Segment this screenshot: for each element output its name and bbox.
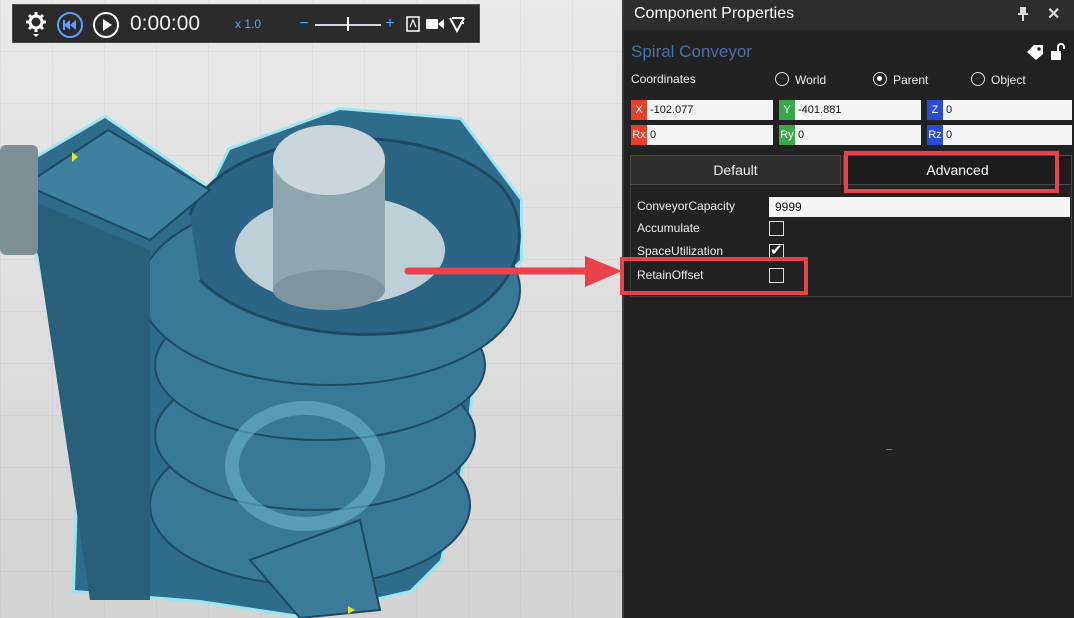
component-properties-panel: Component Properties ✕ Spiral Conveyor C… bbox=[620, 0, 1074, 618]
coord-rz-value[interactable]: 0 bbox=[943, 125, 1072, 145]
rewind-icon bbox=[57, 12, 83, 38]
coord-ry-value[interactable]: 0 bbox=[795, 125, 921, 145]
play-button[interactable] bbox=[92, 11, 120, 39]
play-icon bbox=[93, 12, 119, 38]
stray-mark bbox=[886, 449, 892, 450]
conveyor-capacity-input[interactable]: 9999 bbox=[769, 197, 1070, 217]
speed-slider-thumb[interactable] bbox=[347, 17, 349, 31]
coord-z-value[interactable]: 0 bbox=[943, 100, 1072, 120]
pdf-export-icon[interactable] bbox=[405, 15, 421, 33]
coord-rx-field[interactable]: Rx 0 bbox=[631, 125, 773, 145]
coord-x-tag: X bbox=[631, 100, 647, 120]
pin-icon[interactable] bbox=[1017, 6, 1029, 26]
speed-increase-button[interactable]: + bbox=[385, 15, 395, 33]
rewind-button[interactable] bbox=[56, 11, 84, 39]
panel-header: Component Properties ✕ bbox=[624, 0, 1074, 30]
coord-rz-tag: Rz bbox=[927, 125, 943, 145]
unlock-icon[interactable] bbox=[1050, 43, 1066, 66]
component-name[interactable]: Spiral Conveyor bbox=[631, 42, 752, 62]
playback-toolbar: 0:00:00 x 1.0 − + bbox=[12, 4, 480, 43]
gear-icon[interactable] bbox=[21, 11, 51, 37]
3d-viewport[interactable]: 0:00:00 x 1.0 − + bbox=[0, 0, 622, 618]
annotation-arrow bbox=[404, 256, 622, 287]
coord-x-value[interactable]: -102.077 bbox=[647, 100, 773, 120]
coordinates-label: Coordinates bbox=[631, 72, 696, 86]
coord-rz-field[interactable]: Rz 0 bbox=[927, 125, 1072, 145]
video-record-icon[interactable] bbox=[425, 16, 445, 32]
tab-default[interactable]: Default bbox=[630, 155, 841, 185]
coord-ry-tag: Ry bbox=[779, 125, 795, 145]
coord-y-tag: Y bbox=[779, 100, 795, 120]
simulation-time: 0:00:00 bbox=[130, 12, 201, 35]
tag-icon[interactable] bbox=[1026, 44, 1044, 65]
radio-world[interactable] bbox=[775, 72, 789, 86]
speed-multiplier[interactable]: x 1.0 bbox=[235, 17, 261, 31]
radio-object[interactable] bbox=[971, 72, 985, 86]
radio-parent[interactable] bbox=[873, 72, 887, 86]
prop-accumulate-label: Accumulate bbox=[637, 221, 700, 235]
radio-world-label: World bbox=[795, 73, 827, 87]
coord-z-field[interactable]: Z 0 bbox=[927, 100, 1072, 120]
coord-rx-tag: Rx bbox=[631, 125, 647, 145]
radio-object-label: Object bbox=[991, 73, 1026, 87]
coord-ry-field[interactable]: Ry 0 bbox=[779, 125, 921, 145]
prop-conveyor-capacity-label: ConveyorCapacity bbox=[637, 199, 736, 213]
accumulate-checkbox[interactable] bbox=[769, 221, 784, 236]
close-icon[interactable]: ✕ bbox=[1047, 4, 1060, 24]
coord-x-field[interactable]: X -102.077 bbox=[631, 100, 773, 120]
prop-space-utilization-label: SpaceUtilization bbox=[637, 244, 724, 258]
statistics-icon[interactable] bbox=[447, 14, 467, 34]
spiral-conveyor-model[interactable] bbox=[0, 0, 622, 618]
radio-parent-label: Parent bbox=[893, 73, 929, 87]
coord-y-field[interactable]: Y -401.881 bbox=[779, 100, 921, 120]
speed-decrease-button[interactable]: − bbox=[299, 15, 309, 33]
coord-y-value[interactable]: -401.881 bbox=[795, 100, 921, 120]
coord-rx-value[interactable]: 0 bbox=[647, 125, 773, 145]
panel-title: Component Properties bbox=[634, 5, 795, 22]
coord-z-tag: Z bbox=[927, 100, 943, 120]
retain-offset-highlight bbox=[620, 257, 808, 295]
